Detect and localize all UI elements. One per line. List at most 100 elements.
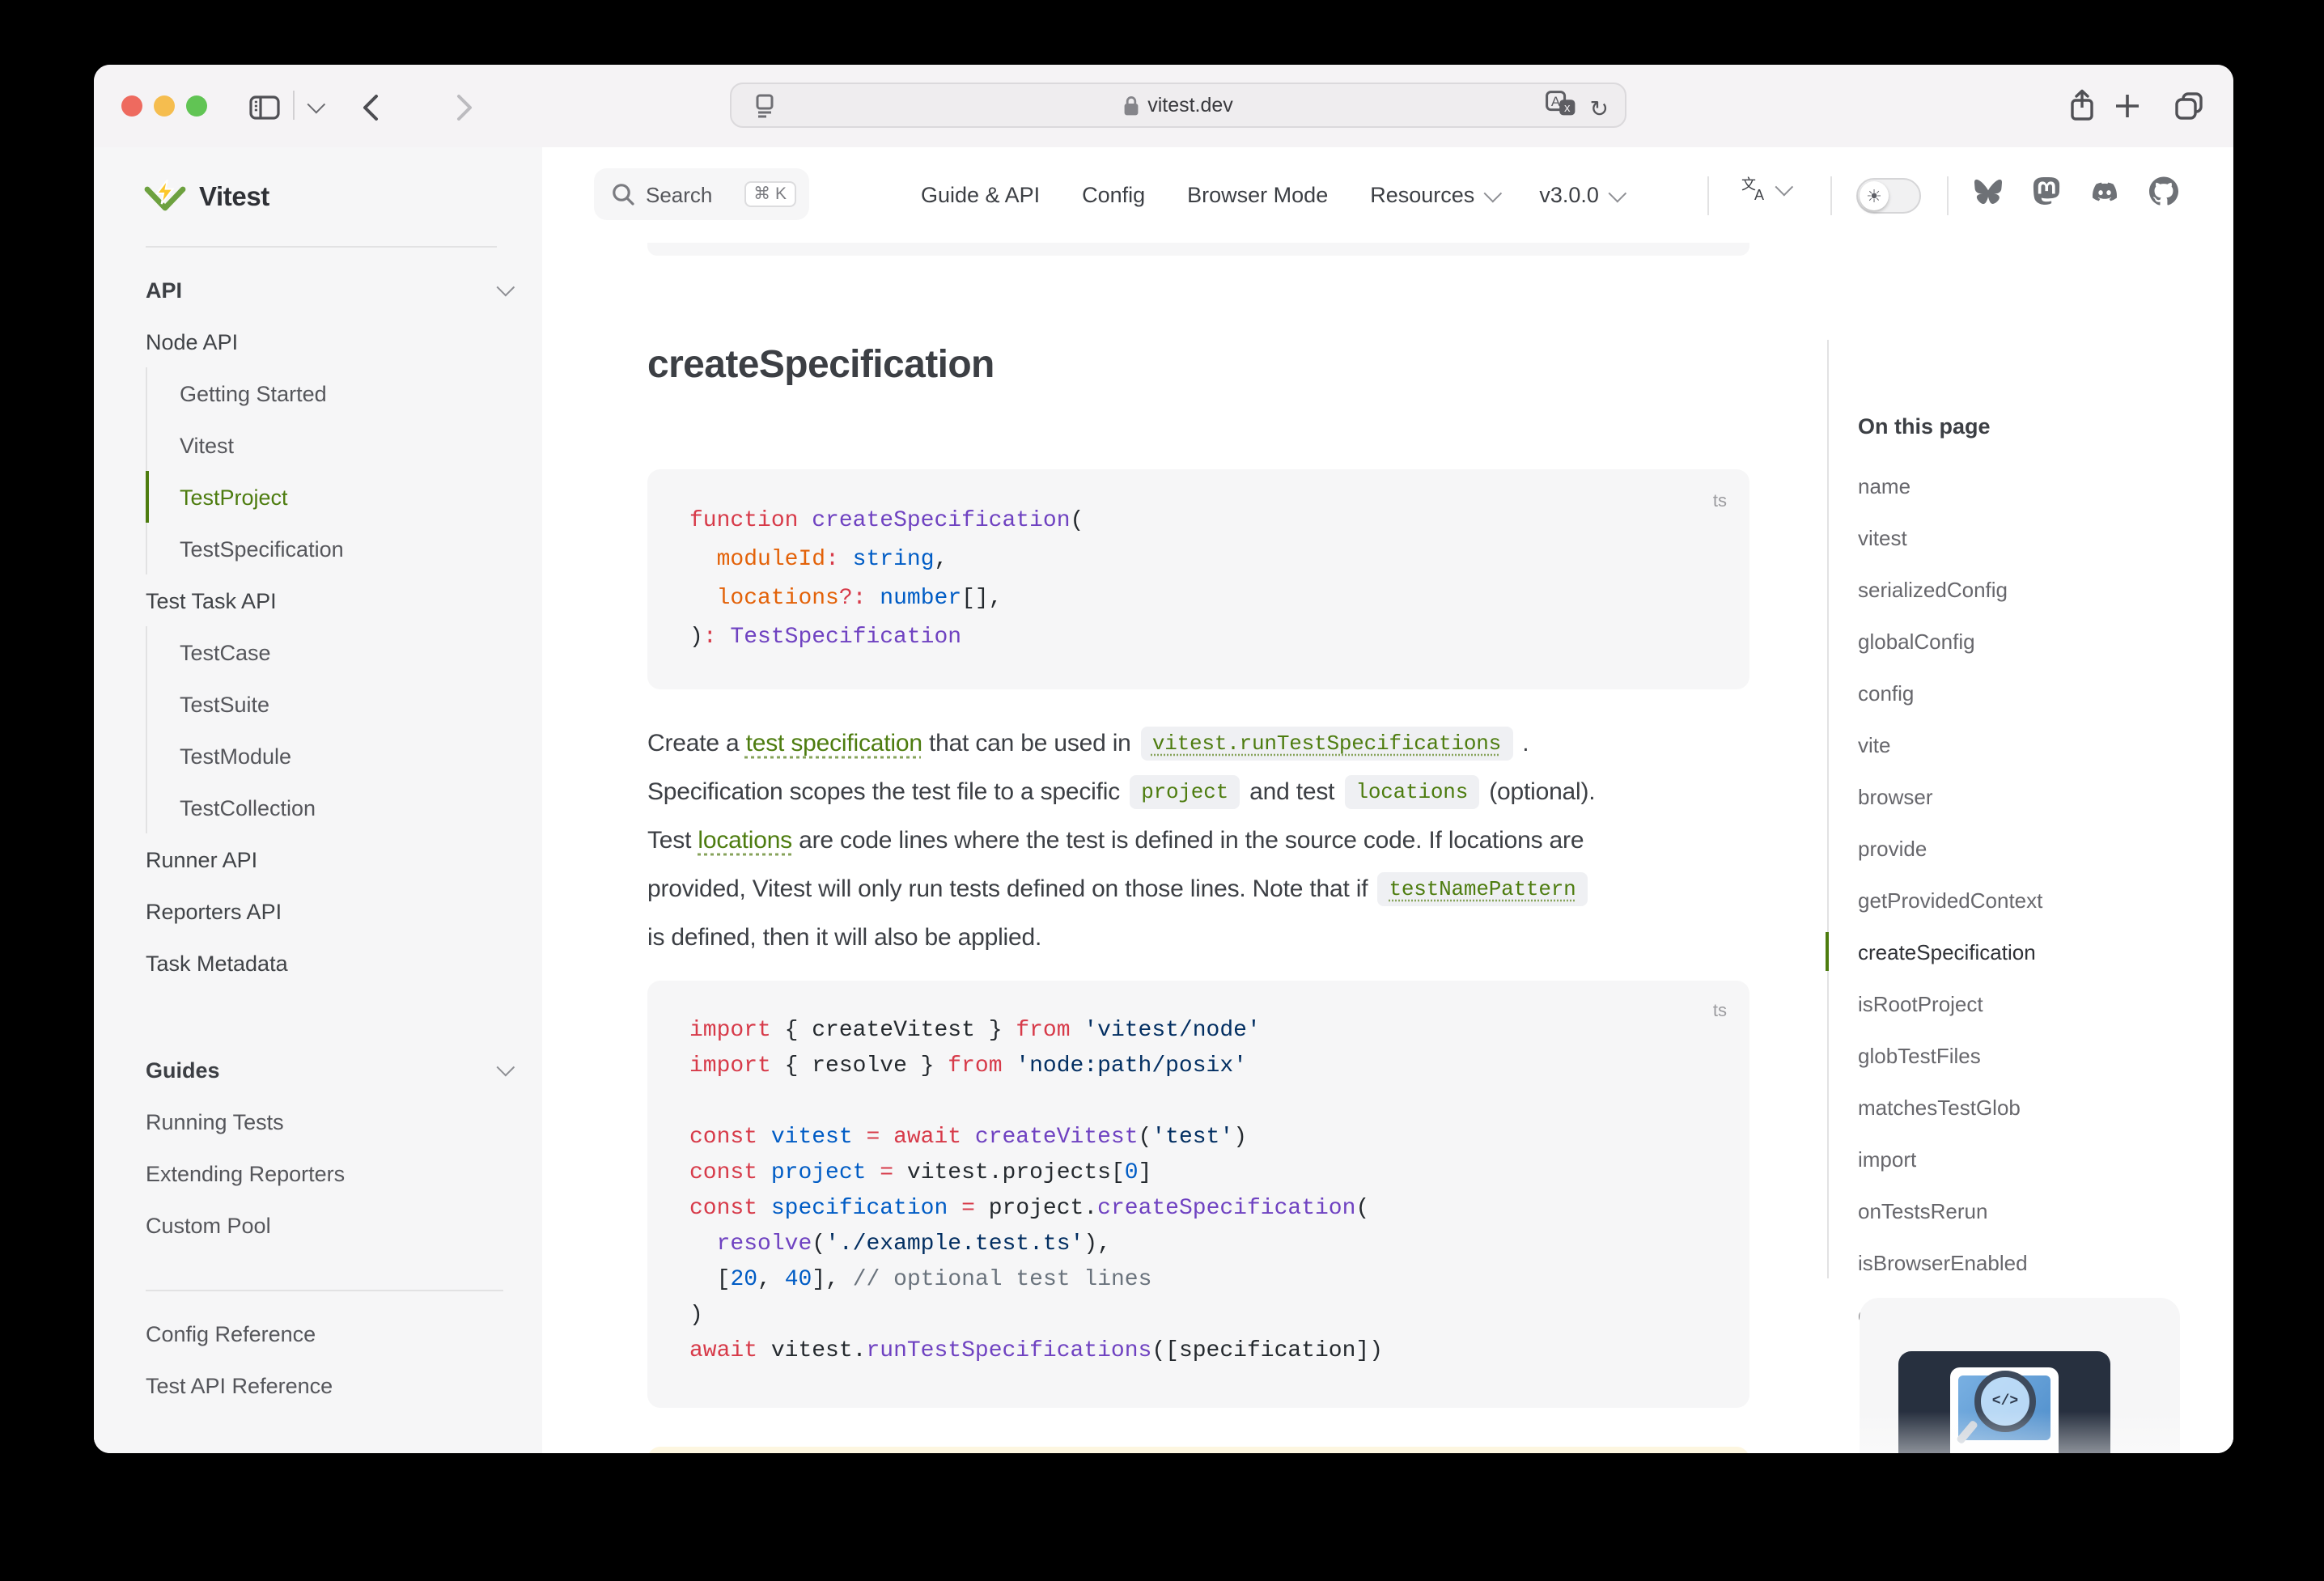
outline-item-vite[interactable]: vite: [1858, 718, 2217, 770]
forward-button[interactable]: [452, 89, 477, 125]
sidebar-item-test-task-api[interactable]: Test Task API: [146, 574, 510, 626]
bluesky-link[interactable]: [1973, 177, 2004, 213]
text-run: .: [1516, 729, 1529, 757]
screen: vitest.dev Ax ↻: [0, 0, 2324, 1581]
code-token: from: [1016, 1018, 1070, 1044]
svg-text:x: x: [1565, 101, 1571, 115]
reload-icon[interactable]: ↻: [1590, 96, 1609, 119]
nav-menu-version[interactable]: v3.0.0: [1539, 183, 1622, 207]
outline-item-isrootproject[interactable]: isRootProject: [1858, 977, 2217, 1029]
inline-link[interactable]: test specification: [746, 729, 922, 757]
outline-item-getprovidedcontext[interactable]: getProvidedContext: [1858, 874, 2217, 926]
outline-item-globtestfiles[interactable]: globTestFiles: [1858, 1029, 2217, 1081]
sidebar-item-node-api[interactable]: Node API: [146, 316, 510, 367]
code-line: locations?: number[],: [689, 579, 1717, 618]
code-token: moduleId: [717, 547, 825, 573]
sidebar-item-testmodule[interactable]: TestModule: [146, 730, 510, 782]
code-token: :: [703, 625, 717, 651]
outline-item-serializedconfig[interactable]: serializedConfig: [1858, 563, 2217, 615]
sidebar-item-testsuite[interactable]: TestSuite: [146, 678, 510, 730]
code-token: runTestSpecifications: [866, 1338, 1151, 1364]
nav-menu-version-label: v3.0.0: [1539, 183, 1599, 207]
sidebar-item-testcollection[interactable]: TestCollection: [146, 782, 510, 833]
code-block-example[interactable]: ts import { createVitest } from 'vitest/…: [647, 981, 1749, 1408]
browser-window: vitest.dev Ax ↻: [94, 65, 2233, 1453]
page-title: createSpecification: [647, 343, 1749, 388]
sidebar-item-reporters-api[interactable]: Reporters API: [146, 885, 510, 937]
sidebar-chevron-button[interactable]: [304, 99, 324, 115]
sidebar-item-runner-api[interactable]: Runner API: [146, 833, 510, 885]
sidebar-item-task-metadata[interactable]: Task Metadata: [146, 937, 510, 989]
outline-item-ontestsrerun[interactable]: onTestsRerun: [1858, 1185, 2217, 1236]
sidebar-item-label: Runner API: [146, 847, 257, 871]
sidebar-item-running-tests[interactable]: Running Tests: [146, 1096, 510, 1147]
translate-icon[interactable]: Ax: [1546, 91, 1577, 125]
sidebar-item-extending-reporters[interactable]: Extending Reporters: [146, 1147, 510, 1199]
outline-item-globalconfig[interactable]: globalConfig: [1858, 615, 2217, 667]
sidebar-item-testproject[interactable]: TestProject: [146, 471, 510, 523]
language-menu[interactable]: 文A: [1740, 176, 1788, 202]
outline-item-provide[interactable]: provide: [1858, 822, 2217, 874]
sidebar-item-config-reference[interactable]: Config Reference: [146, 1308, 510, 1359]
sidebar-item-testcase[interactable]: TestCase: [146, 626, 510, 678]
sidebar-item-test-api-reference[interactable]: Test API Reference: [146, 1359, 510, 1411]
inline-code-link[interactable]: vitest.runTestSpecifications: [1141, 726, 1512, 760]
inline-link[interactable]: locations: [698, 826, 792, 854]
outline-item-import[interactable]: import: [1858, 1133, 2217, 1185]
code-token: createVitest: [961, 1125, 1138, 1151]
chevron-down-icon[interactable]: [497, 1058, 515, 1077]
discord-link[interactable]: [2089, 179, 2120, 211]
sponsor-card[interactable]: </>: [1860, 1298, 2180, 1453]
outline-item-vitest[interactable]: vitest: [1858, 511, 2217, 563]
sidebar-item-label: API: [146, 278, 182, 302]
chevron-down-icon: [1775, 178, 1794, 197]
new-tab-button[interactable]: [2110, 87, 2143, 123]
text-run: (optional).: [1482, 778, 1595, 805]
sidebar-toggle-button[interactable]: [246, 92, 282, 121]
outline-item-browser[interactable]: browser: [1858, 770, 2217, 822]
inline-code-link[interactable]: testNamePattern: [1378, 871, 1588, 905]
close-window-button[interactable]: [121, 95, 142, 117]
card-fade: [1860, 1411, 2180, 1453]
code-token: =: [866, 1160, 893, 1186]
page-format-icon[interactable]: [754, 94, 775, 126]
nav-link-browser-mode[interactable]: Browser Mode: [1187, 183, 1328, 207]
sidebar-item-label: Custom Pool: [146, 1213, 271, 1237]
tab-overview-button[interactable]: [2172, 87, 2204, 123]
code-line: [689, 1084, 1717, 1120]
sidebar-item-custom-pool[interactable]: Custom Pool: [146, 1199, 510, 1251]
nav-link-guide-api[interactable]: Guide & API: [921, 183, 1040, 207]
brand[interactable]: Vitest: [144, 173, 269, 222]
outline-item-name[interactable]: name: [1858, 460, 2217, 511]
code-block-signature[interactable]: ts function createSpecification( moduleI…: [647, 469, 1749, 689]
outline-item-isbrowserenabled[interactable]: isBrowserEnabled: [1858, 1236, 2217, 1288]
code-token: [],: [961, 586, 1002, 612]
zoom-window-button[interactable]: [186, 95, 207, 117]
outline-item-config[interactable]: config: [1858, 667, 2217, 718]
sidebar-item-label: Test Task API: [146, 588, 277, 612]
nav-link-config[interactable]: Config: [1082, 183, 1145, 207]
mastodon-link[interactable]: [2033, 176, 2060, 214]
sidebar-item-testspecification[interactable]: TestSpecification: [146, 523, 510, 574]
text-run: Specification scopes the test file to a …: [647, 778, 1126, 805]
code-token: (: [812, 1231, 825, 1257]
sidebar-item-label: Running Tests: [146, 1109, 284, 1134]
sidebar-item-getting-started[interactable]: Getting Started: [146, 367, 510, 419]
code-line: function createSpecification(: [689, 502, 1717, 540]
back-button[interactable]: [358, 89, 384, 125]
code-token: specification: [757, 1196, 948, 1222]
code-token: [689, 1231, 717, 1257]
github-link[interactable]: [2149, 176, 2178, 214]
code-line: [20, 40], // optional test lines: [689, 1262, 1717, 1298]
sidebar-item-vitest[interactable]: Vitest: [146, 419, 510, 471]
outline-item-createspecification[interactable]: createSpecification: [1858, 926, 2217, 977]
minimize-window-button[interactable]: [154, 95, 175, 117]
code-token: ,: [935, 547, 948, 573]
theme-toggle[interactable]: ☀: [1856, 178, 1921, 214]
share-button[interactable]: [2065, 84, 2097, 126]
outline-item-matchestestglob[interactable]: matchesTestGlob: [1858, 1081, 2217, 1133]
address-bar[interactable]: vitest.dev Ax ↻: [730, 83, 1626, 128]
search-button[interactable]: Search ⌘ K: [594, 168, 809, 220]
chevron-down-icon[interactable]: [497, 278, 515, 297]
nav-menu-resources[interactable]: Resources: [1370, 183, 1497, 207]
